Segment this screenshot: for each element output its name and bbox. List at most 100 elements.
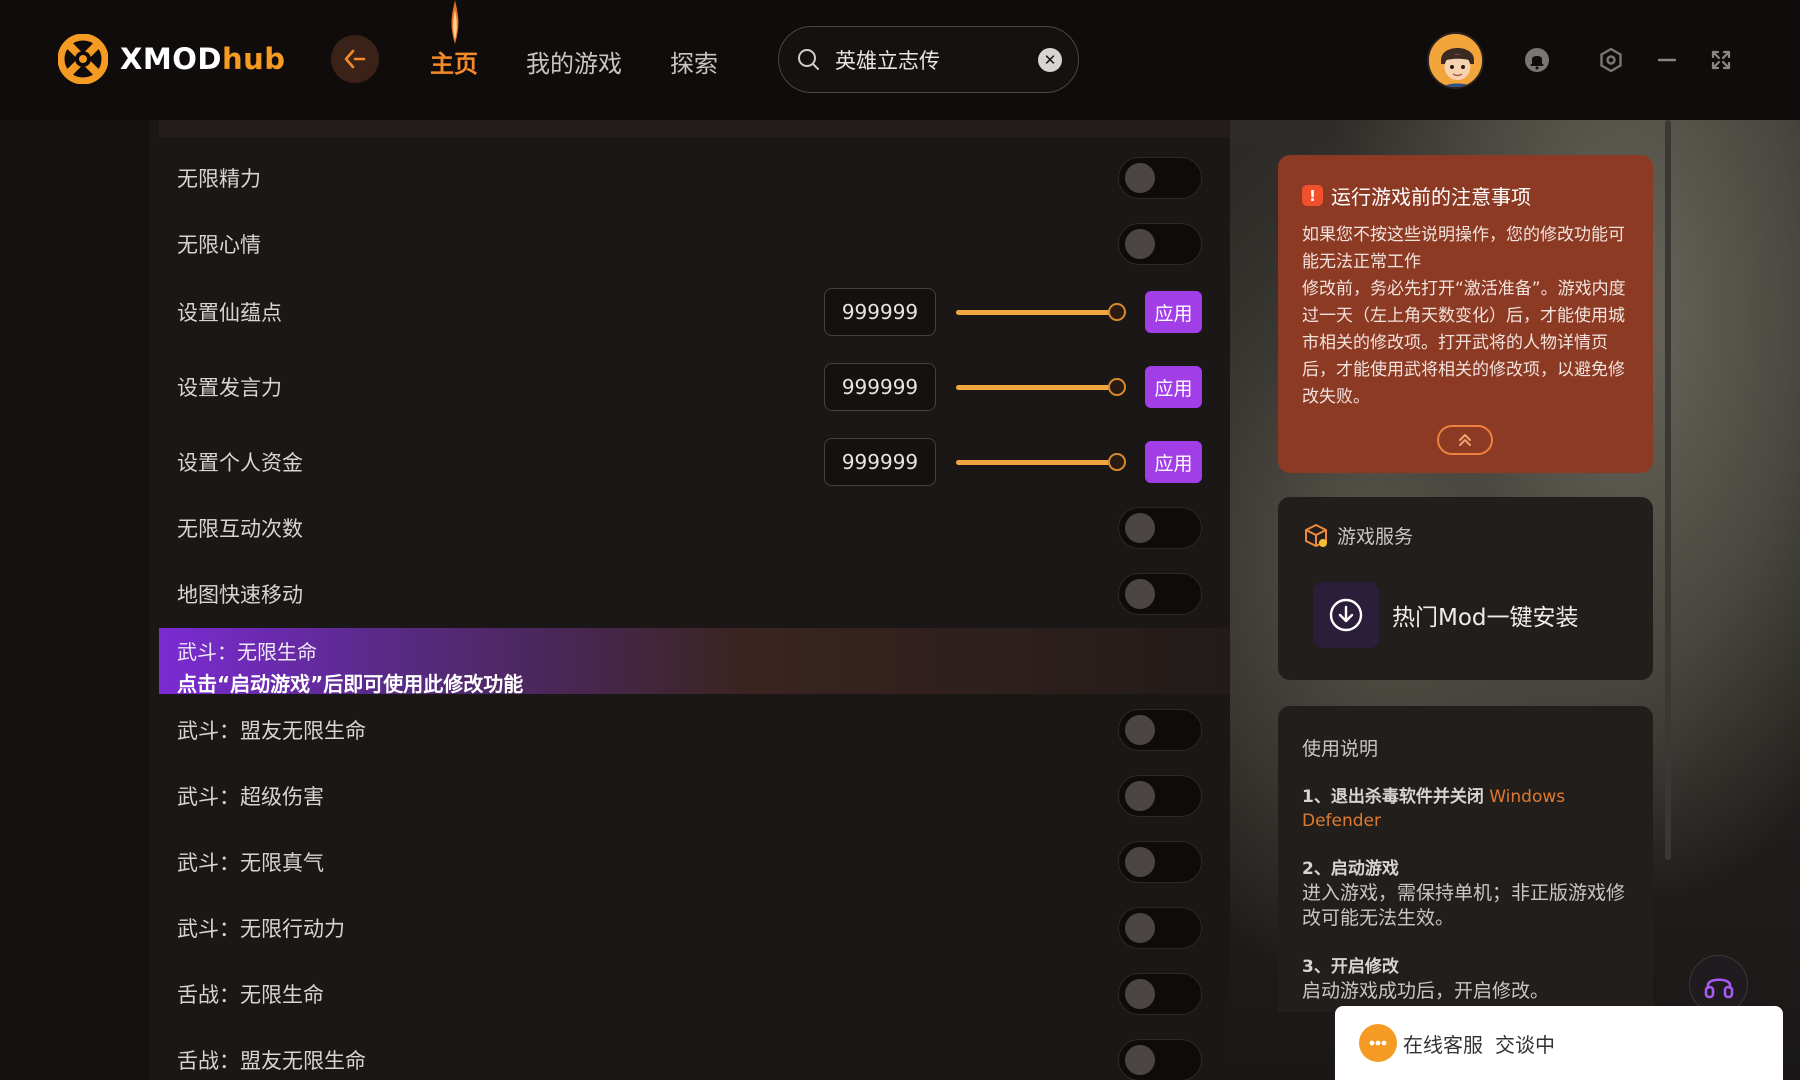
- option-row: 武斗：盟友无限生命: [150, 700, 1230, 760]
- bell-icon: [1525, 48, 1549, 72]
- option-label: 舌战：盟友无限生命: [177, 1049, 366, 1073]
- nav-home[interactable]: 主页: [430, 44, 478, 79]
- slider-fill: [956, 460, 1117, 465]
- download-icon: [1329, 598, 1363, 632]
- option-toggle[interactable]: [1118, 157, 1202, 199]
- value-input[interactable]: 999999: [824, 438, 936, 486]
- avatar[interactable]: [1427, 32, 1484, 89]
- notice-card: ! 运行游戏前的注意事项 如果您不按这些说明操作，您的修改功能可能无法正常工作 …: [1278, 155, 1653, 473]
- search-box: ✕: [778, 26, 1079, 93]
- guide-step-title: 1、退出杀毒软件并关闭: [1302, 787, 1484, 807]
- option-toggle[interactable]: [1118, 709, 1202, 751]
- xmod-logo-icon: [58, 34, 108, 84]
- service-item-icon-box: [1313, 582, 1379, 648]
- slider-fill: [956, 310, 1117, 315]
- headset-icon: [1704, 977, 1733, 998]
- notice-header: ! 运行游戏前的注意事项: [1302, 181, 1629, 210]
- guide-step-1: 1、退出杀毒软件并关闭 Windows Defender: [1302, 785, 1629, 833]
- option-toggle[interactable]: [1118, 223, 1202, 265]
- option-row: 舌战：盟友无限生命: [150, 1030, 1230, 1080]
- guide-step-desc: 进入游戏，需保持单机；非正版游戏修改可能无法生效。: [1302, 882, 1626, 929]
- service-header: 游戏服务: [1303, 522, 1653, 549]
- settings-button[interactable]: [1596, 45, 1626, 75]
- option-label: 武斗：无限真气: [177, 851, 324, 875]
- toggle-knob: [1125, 979, 1155, 1009]
- slider-thumb[interactable]: [1108, 453, 1126, 471]
- main-nav: 主页 我的游戏 探索: [430, 44, 718, 79]
- service-title: 游戏服务: [1337, 526, 1414, 548]
- apply-button[interactable]: 应用: [1145, 291, 1202, 333]
- online-chat-bar[interactable]: 在线客服 交谈中: [1335, 1006, 1783, 1080]
- notice-title: 运行游戏前的注意事项: [1331, 185, 1531, 209]
- option-toggle[interactable]: [1118, 507, 1202, 549]
- expand-icon: [1711, 50, 1731, 70]
- toggle-knob: [1125, 1045, 1155, 1075]
- option-label: 武斗：超级伤害: [177, 785, 324, 809]
- option-toggle[interactable]: [1118, 1039, 1202, 1080]
- notice-body: 如果您不按这些说明操作，您的修改功能可能无法正常工作 修改前，务必先打开“激活准…: [1302, 222, 1629, 411]
- guide-step-3: 3、开启修改 启动游戏成功后，开启修改。: [1302, 955, 1629, 1004]
- value-input[interactable]: 999999: [824, 288, 936, 336]
- guide-step-desc: 启动游戏成功后，开启修改。: [1302, 980, 1550, 1002]
- value-input[interactable]: 999999: [824, 363, 936, 411]
- slider-fill: [956, 385, 1117, 390]
- option-row: 武斗：超级伤害: [150, 766, 1230, 826]
- right-scrollbar[interactable]: [1665, 120, 1671, 860]
- option-toggle[interactable]: [1118, 907, 1202, 949]
- slider-label: 设置发言力: [177, 376, 282, 400]
- toggle-knob: [1125, 513, 1155, 543]
- one-click-mod-install[interactable]: 热门Mod一键安装: [1313, 582, 1579, 648]
- value-slider[interactable]: [956, 452, 1126, 472]
- clear-search-icon[interactable]: ✕: [1038, 48, 1062, 72]
- slider-row: 设置个人资金 999999 应用: [150, 432, 1230, 492]
- chat-bubble-icon: [1359, 1024, 1397, 1062]
- search-input[interactable]: [835, 47, 1025, 72]
- slider-label: 设置仙蕴点: [177, 301, 282, 325]
- option-toggle[interactable]: [1118, 841, 1202, 883]
- guide-title: 使用说明: [1302, 738, 1379, 760]
- maximize-button[interactable]: [1706, 45, 1736, 75]
- option-row: 武斗：无限真气: [150, 832, 1230, 892]
- chevron-up-double-icon: [1459, 434, 1471, 446]
- option-label: 无限精力: [177, 167, 261, 191]
- collapse-button[interactable]: [1437, 425, 1493, 455]
- user-avatar-icon: [1429, 34, 1482, 87]
- package-icon: [1305, 523, 1327, 547]
- slider-row: 设置仙蕴点 999999 应用: [150, 282, 1230, 342]
- slider-thumb[interactable]: [1108, 303, 1126, 321]
- guide-step-2: 2、启动游戏 进入游戏，需保持单机；非正版游戏修改可能无法生效。: [1302, 857, 1629, 931]
- option-row: 地图快速移动: [150, 564, 1230, 624]
- chat-status: 交谈中: [1495, 1032, 1555, 1057]
- search-icon: [798, 48, 819, 70]
- usage-guide-card: 使用说明 1、退出杀毒软件并关闭 Windows Defender 2、启动游戏…: [1278, 706, 1653, 1012]
- option-toggle[interactable]: [1118, 973, 1202, 1015]
- locked-option-hint: 点击“启动游戏”后即可使用此修改功能: [177, 672, 524, 696]
- notification-button[interactable]: [1522, 45, 1552, 75]
- option-toggle[interactable]: [1118, 573, 1202, 615]
- toggle-knob: [1125, 579, 1155, 609]
- warning-icon: !: [1302, 185, 1323, 206]
- value-slider[interactable]: [956, 377, 1126, 397]
- notice-line: 修改前，务必先打开“激活准备”。游戏内度过一天（左上角天数变化）后，才能使用城市…: [1302, 279, 1626, 407]
- nav-explore[interactable]: 探索: [670, 44, 718, 79]
- apply-button[interactable]: 应用: [1145, 366, 1202, 408]
- minimize-button[interactable]: [1652, 45, 1682, 75]
- slider-label: 设置个人资金: [177, 451, 303, 475]
- cheat-options-panel: 无限精力 无限心情 设置仙蕴点 999999 应用 设置发言力 999999 应…: [150, 120, 1230, 1080]
- apply-button[interactable]: 应用: [1145, 441, 1202, 483]
- nav-my-games[interactable]: 我的游戏: [526, 44, 622, 79]
- slider-thumb[interactable]: [1108, 378, 1126, 396]
- scrolled-row-remnant: [159, 120, 1230, 137]
- back-button[interactable]: [331, 35, 379, 83]
- toggle-knob: [1125, 781, 1155, 811]
- option-label: 地图快速移动: [177, 583, 303, 607]
- brand-name: XMODhub: [120, 42, 286, 76]
- locked-option-row: 武斗：无限生命 点击“启动游戏”后即可使用此修改功能: [159, 628, 1230, 696]
- option-label: 武斗：无限行动力: [177, 917, 345, 941]
- app-logo[interactable]: XMODhub: [58, 34, 286, 84]
- option-toggle[interactable]: [1118, 775, 1202, 817]
- value-slider[interactable]: [956, 302, 1126, 322]
- option-label: 舌战：无限生命: [177, 983, 324, 1007]
- gear-icon: [1600, 47, 1622, 73]
- arrow-left-icon: [344, 49, 366, 69]
